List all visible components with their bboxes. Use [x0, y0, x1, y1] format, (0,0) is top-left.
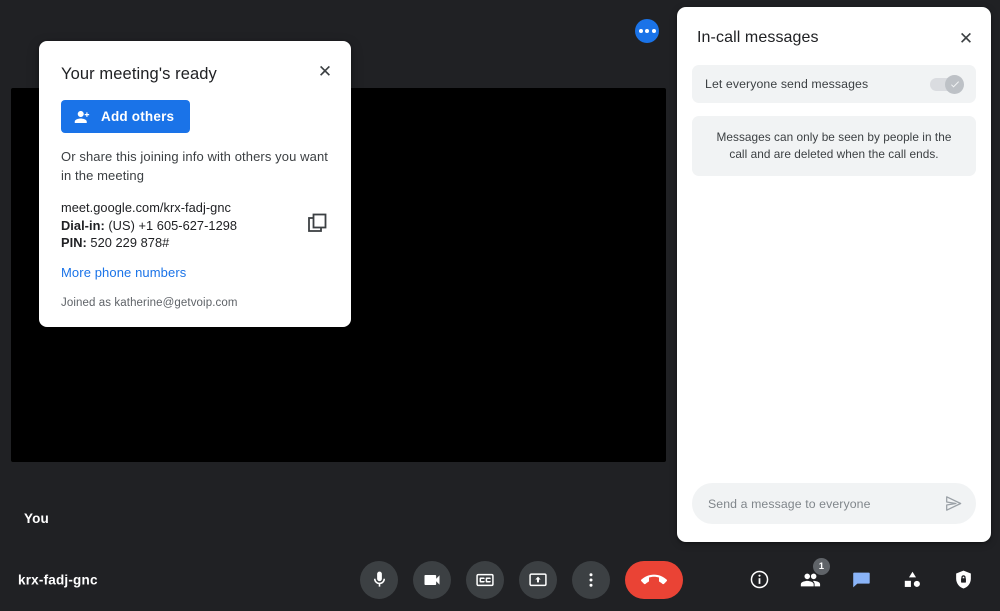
present-screen-button[interactable] [519, 560, 557, 599]
joining-info-block: meet.google.com/krx-fadj-gnc Dial-in: (U… [61, 199, 329, 252]
check-icon [950, 81, 959, 88]
person-add-icon [74, 108, 92, 126]
joined-as-text: Joined as katherine@getvoip.com [61, 296, 238, 309]
share-info-text: Or share this joining info with others y… [61, 149, 328, 183]
more-vertical-icon [589, 572, 593, 587]
chat-bubble-icon [853, 572, 870, 587]
microphone-button[interactable] [360, 560, 398, 599]
dot-icon [638, 29, 643, 33]
chat-privacy-notice: Messages can only be seen by people in t… [692, 116, 976, 176]
copy-icon[interactable] [305, 211, 331, 237]
more-options-button[interactable] [572, 560, 610, 599]
dot-icon [651, 29, 656, 33]
right-controls-group: 1 [742, 557, 980, 597]
present-screen-icon [529, 572, 547, 586]
host-controls-button[interactable] [946, 563, 980, 597]
camera-icon [424, 574, 440, 585]
microphone-icon [373, 571, 385, 587]
send-icon[interactable] [940, 491, 966, 517]
close-icon[interactable]: ✕ [953, 25, 979, 51]
info-icon [750, 570, 768, 589]
let-everyone-send-row[interactable]: Let everyone send messages [692, 65, 976, 103]
add-others-button[interactable]: Add others [61, 100, 191, 133]
center-controls-group [360, 560, 683, 599]
in-call-messages-panel: In-call messages ✕ Let everyone send mes… [677, 7, 991, 542]
meeting-ready-dialog: Your meeting's ready ✕ Add others Or sha… [39, 41, 351, 327]
more-phone-numbers-link[interactable]: More phone numbers [61, 265, 186, 280]
dialog-title: Your meeting's ready [61, 65, 217, 83]
show-everyone-button[interactable]: 1 [793, 557, 830, 597]
chat-message-input[interactable] [708, 496, 940, 511]
activities-shapes-icon [904, 571, 920, 587]
self-participant-label: You [24, 511, 49, 526]
captions-button[interactable] [466, 560, 504, 599]
chat-panel-title: In-call messages [697, 29, 819, 46]
pin-label: PIN: [61, 235, 87, 250]
stage-more-options-button[interactable] [635, 19, 659, 43]
add-others-label: Add others [101, 109, 175, 124]
chat-panel-header: In-call messages ✕ [677, 7, 991, 47]
activities-button[interactable] [895, 563, 929, 597]
meeting-code-label: krx-fadj-gnc [18, 572, 98, 587]
toggle-knob [945, 74, 964, 94]
let-everyone-send-label: Let everyone send messages [705, 77, 869, 91]
chat-compose-bar[interactable] [692, 483, 976, 524]
closed-captions-icon [476, 573, 494, 586]
meet-link: meet.google.com/krx-fadj-gnc [61, 200, 231, 215]
close-icon[interactable]: ✕ [313, 59, 337, 83]
shield-lock-icon [955, 570, 971, 589]
meeting-details-button[interactable] [742, 563, 776, 597]
dial-in-line: Dial-in: (US) +1 605-627-1298 [61, 217, 287, 235]
hangup-icon [641, 574, 667, 584]
camera-button[interactable] [413, 560, 451, 599]
bottom-control-bar: krx-fadj-gnc 1 [0, 548, 1000, 611]
pin-value: 520 229 878# [90, 235, 170, 250]
chat-compose-area [677, 483, 991, 542]
dial-in-label: Dial-in: [61, 217, 105, 233]
dial-in-value: (US) +1 605-627-1298 [108, 217, 238, 233]
hangup-button[interactable] [625, 560, 683, 599]
chat-button[interactable] [844, 563, 878, 597]
participant-count-badge: 1 [813, 557, 830, 575]
chat-panel-body: Let everyone send messages Messages can … [677, 47, 991, 483]
dot-icon [645, 29, 649, 33]
pin-line: PIN: 520 229 878# [61, 234, 287, 252]
let-everyone-send-toggle[interactable] [930, 74, 964, 94]
